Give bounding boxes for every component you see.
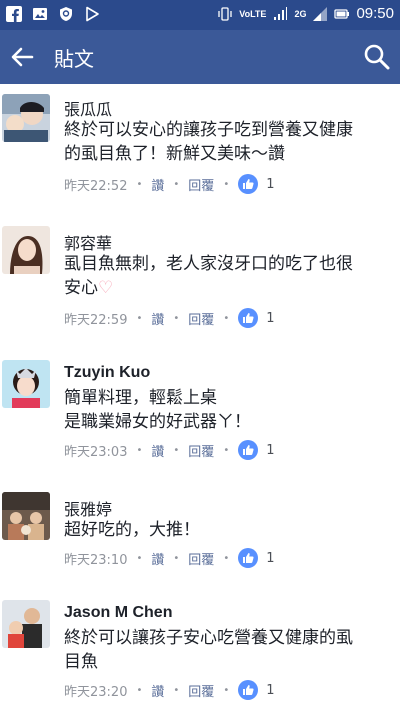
- comment-item: 郭容華 虱目魚無刺，老人家沒牙口的吃了也很 安心♡ 昨天22:59 • 讚 • …: [0, 218, 400, 340]
- comment-text: 虱目魚無刺，老人家沒牙口的吃了也很 安心♡: [64, 254, 353, 298]
- comment-meta: 昨天22:59 • 讚 • 回覆 • 1: [64, 308, 275, 328]
- avatar[interactable]: [2, 94, 50, 142]
- separator-dot: •: [136, 312, 143, 324]
- battery-icon: [334, 8, 350, 19]
- image-icon: [33, 8, 47, 20]
- separator-dot: •: [223, 444, 230, 456]
- separator-dot: •: [223, 552, 230, 564]
- avatar[interactable]: [2, 360, 50, 408]
- avatar[interactable]: [2, 600, 50, 648]
- comment-item: Jason M Chen 終於可以讓孩子安心吃營養又健康的虱 目魚 昨天23:2…: [0, 594, 400, 710]
- like-button[interactable]: 讚: [151, 175, 164, 194]
- vibrate-icon: [218, 6, 232, 21]
- like-count: 1: [266, 310, 275, 326]
- like-count: 1: [266, 682, 275, 698]
- facebook-icon: [6, 6, 22, 22]
- like-button[interactable]: 讚: [151, 681, 164, 700]
- separator-dot: •: [173, 444, 180, 456]
- separator-dot: •: [173, 312, 180, 324]
- comment-item: 張雅婷 超好吃的，大推！ 昨天23:10 • 讚 • 回覆 • 1: [0, 484, 400, 584]
- comment-meta: 昨天23:20 • 讚 • 回覆 • 1: [64, 680, 275, 700]
- comment-author[interactable]: 張雅婷: [64, 496, 112, 520]
- comment-time: 昨天22:59: [64, 312, 128, 328]
- like-button[interactable]: 讚: [151, 309, 164, 328]
- reply-button[interactable]: 回覆: [188, 441, 214, 460]
- volte-label: VoLTE: [239, 8, 267, 19]
- signal-icon: [274, 6, 288, 20]
- network-type-label: 2G: [294, 8, 307, 19]
- signal-icon-2: [313, 6, 328, 21]
- app-bar: 貼文: [0, 30, 400, 84]
- avatar[interactable]: [2, 226, 50, 274]
- comment-text: 簡單料理，輕鬆上桌 是職業婦女的好武器ㄚ！: [64, 388, 251, 432]
- like-count: 1: [266, 176, 275, 192]
- reply-button[interactable]: 回覆: [188, 309, 214, 328]
- comment-item: 張瓜瓜 終於可以安心的讓孩子吃到營養又健康 的虱目魚了！新鮮又美味～讚 昨天22…: [0, 84, 400, 206]
- comment-time: 昨天23:10: [64, 552, 128, 568]
- thumbs-up-icon[interactable]: [238, 548, 259, 568]
- comment-author[interactable]: 張瓜瓜: [64, 96, 112, 120]
- comment-time: 昨天23:03: [64, 444, 128, 460]
- page-title: 貼文: [54, 47, 94, 71]
- heart-icon: ♡: [98, 278, 114, 298]
- comment-meta: 昨天23:10 • 讚 • 回覆 • 1: [64, 548, 275, 568]
- comment-author[interactable]: Jason M Chen: [64, 604, 172, 622]
- shield-icon: [60, 7, 72, 21]
- comment-item: Tzuyin Kuo 簡單料理，輕鬆上桌 是職業婦女的好武器ㄚ！ 昨天23:03…: [0, 352, 400, 474]
- avatar[interactable]: [2, 492, 50, 540]
- comment-meta: 昨天23:03 • 讚 • 回覆 • 1: [64, 440, 275, 460]
- arrow-left-icon[interactable]: [8, 43, 36, 71]
- reply-button[interactable]: 回覆: [188, 681, 214, 700]
- status-bar-system: VoLTE 2G 09:50: [217, 5, 394, 22]
- status-bar: VoLTE 2G 09:50: [0, 0, 400, 30]
- reply-button[interactable]: 回覆: [188, 549, 214, 568]
- clock: 09:50: [356, 5, 394, 22]
- separator-dot: •: [173, 178, 180, 190]
- like-count: 1: [266, 550, 275, 566]
- comment-time: 昨天23:20: [64, 684, 128, 700]
- separator-dot: •: [136, 552, 143, 564]
- thumbs-up-icon[interactable]: [238, 440, 259, 460]
- separator-dot: •: [136, 178, 143, 190]
- comment-author[interactable]: 郭容華: [64, 230, 112, 254]
- like-button[interactable]: 讚: [151, 441, 164, 460]
- like-button[interactable]: 讚: [151, 549, 164, 568]
- comment-author[interactable]: Tzuyin Kuo: [64, 364, 150, 382]
- thumbs-up-icon[interactable]: [238, 308, 259, 328]
- separator-dot: •: [136, 684, 143, 696]
- thumbs-up-icon[interactable]: [238, 680, 259, 700]
- comment-time: 昨天22:52: [64, 178, 128, 194]
- comment-text: 終於可以讓孩子安心吃營養又健康的虱 目魚: [64, 628, 353, 672]
- search-icon[interactable]: [362, 42, 392, 72]
- comment-text: 終於可以安心的讓孩子吃到營養又健康 的虱目魚了！新鮮又美味～讚: [64, 120, 353, 164]
- thumbs-up-icon[interactable]: [238, 174, 259, 194]
- status-bar-notifications: [6, 6, 100, 22]
- reply-button[interactable]: 回覆: [188, 175, 214, 194]
- comment-text: 超好吃的，大推！: [64, 520, 200, 540]
- separator-dot: •: [223, 178, 230, 190]
- play-store-icon: [86, 6, 99, 22]
- separator-dot: •: [136, 444, 143, 456]
- separator-dot: •: [173, 684, 180, 696]
- separator-dot: •: [223, 312, 230, 324]
- comment-meta: 昨天22:52 • 讚 • 回覆 • 1: [64, 174, 275, 194]
- separator-dot: •: [223, 684, 230, 696]
- separator-dot: •: [173, 552, 180, 564]
- like-count: 1: [266, 442, 275, 458]
